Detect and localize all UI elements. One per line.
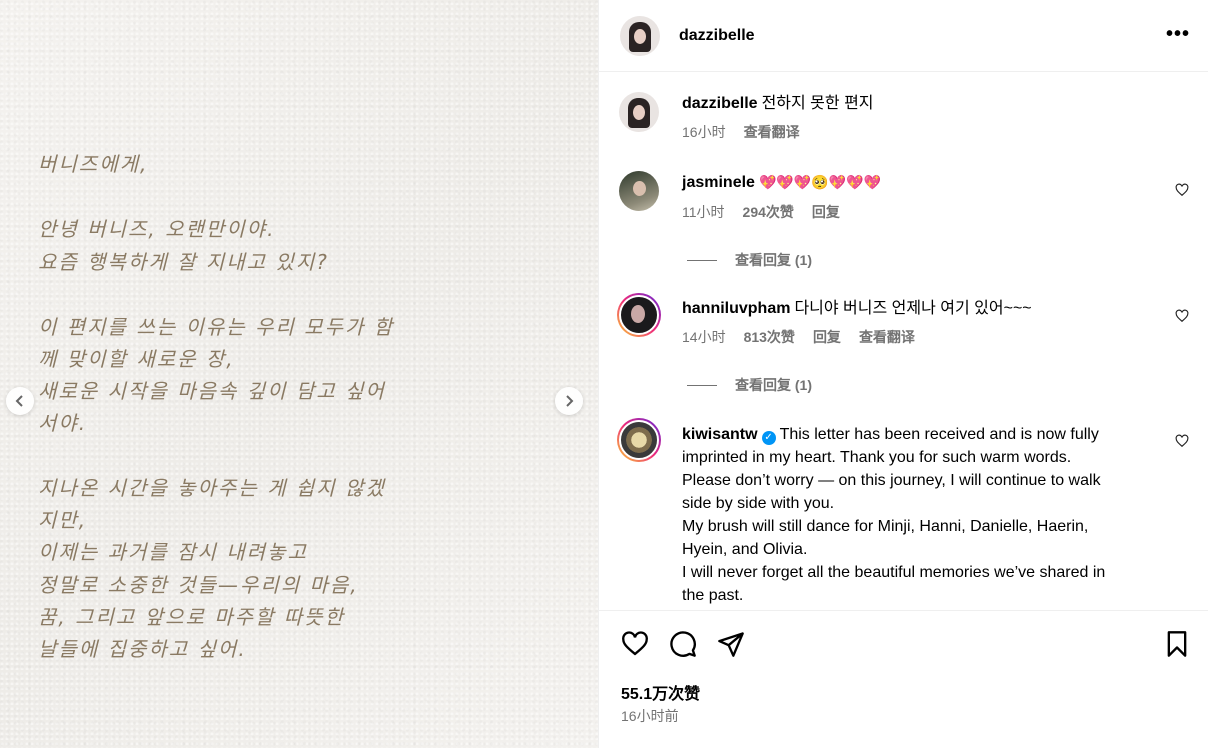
caption: dazzibelle 전하지 못한 편지 16小时 查看翻译 <box>619 92 1189 152</box>
view-replies-label: 查看回复 (1) <box>735 252 812 268</box>
letter-line: 요즘 행복하게 잘 지내고 있지? <box>38 250 329 274</box>
translate-button[interactable]: 查看翻译 <box>744 121 800 144</box>
divider <box>687 259 717 261</box>
caption-time[interactable]: 16小时 <box>682 121 726 144</box>
comment-likes[interactable]: 294次赞 <box>743 201 794 224</box>
likes-count[interactable]: 55.1万次赞 <box>621 680 700 704</box>
comment-text: 💖💖💖🥺💖💖💖 <box>758 175 881 191</box>
divider <box>687 384 717 386</box>
comment: hanniluvpham 다니야 버니즈 언제나 여기 있어~~~ 14小时 81… <box>617 293 1189 385</box>
post-header: dazzibelle ••• <box>599 0 1208 72</box>
letter-line: 정말로 소중한 것들—우리의 마음, <box>38 573 359 597</box>
comment-time[interactable]: 14小时 <box>682 326 726 349</box>
letter-line: 꿈, 그리고 앞으로 마주할 따뜻한 <box>38 605 345 629</box>
bookmark-icon[interactable] <box>1163 630 1191 658</box>
comment: kiwisantw ✓ This letter has been received … <box>617 418 1189 610</box>
verified-badge-icon: ✓ <box>761 430 776 445</box>
post-panel: dazzibelle ••• dazzibelle 전하지 못한 편지 16小时 … <box>598 0 1208 748</box>
post-timestamp[interactable]: 16小时前 <box>621 706 679 726</box>
avatar[interactable] <box>620 15 660 56</box>
share-icon[interactable] <box>717 630 745 658</box>
view-replies-button[interactable]: 查看回复 (1) <box>687 375 812 395</box>
header-username[interactable]: dazzibelle <box>679 27 755 45</box>
comment-text-line: side by side with you. <box>682 495 835 512</box>
comment-time[interactable]: 11小时 <box>682 201 725 224</box>
action-bar: 55.1万次赞 16小时前 <box>599 610 1208 748</box>
reply-button[interactable]: 回复 <box>812 201 840 224</box>
avatar[interactable] <box>617 293 661 337</box>
more-horizontal-icon: ••• <box>1165 23 1190 45</box>
like-comment-icon[interactable] <box>1175 309 1189 323</box>
comment-likes[interactable]: 813次赞 <box>744 326 795 349</box>
comment-text-line: imprinted in my heart. Thank you for suc… <box>682 449 1072 466</box>
comment-text: 다니야 버니즈 언제나 여기 있어~~~ <box>794 300 1032 317</box>
letter-line: 이 편지를 쓰는 이유는 우리 모두가 함 <box>38 315 395 339</box>
caption-username[interactable]: dazzibelle <box>682 95 758 112</box>
view-replies-label: 查看回复 (1) <box>735 377 812 393</box>
comment-username[interactable]: jasminele <box>682 174 755 191</box>
comment-icon[interactable] <box>669 630 697 658</box>
letter-line: 날들에 집중하고 싶어. <box>38 637 247 661</box>
comment-text-line: I will never forget all the beautiful me… <box>682 564 1106 581</box>
next-image-button[interactable] <box>555 387 583 415</box>
avatar[interactable] <box>619 171 659 211</box>
reply-button[interactable]: 回复 <box>813 326 841 349</box>
avatar[interactable] <box>619 92 659 132</box>
letter-line: 새로운 시작을 마음속 깊이 담고 싶어 <box>38 379 386 403</box>
comment-username[interactable]: hanniluvpham <box>682 300 790 317</box>
letter-line: 께 맞이할 새로운 장, <box>38 347 235 371</box>
previous-image-button[interactable] <box>6 387 34 415</box>
chevron-left-icon <box>15 395 23 407</box>
comment-text-line: Hyein, and Olivia. <box>682 541 808 558</box>
comment-text-line: the past. <box>682 587 744 604</box>
letter-line: 버니즈에게, <box>38 152 149 176</box>
comment: jasminele 💖💖💖🥺💖💖💖 11小时 294次赞 回复 <box>619 171 1189 261</box>
letter-line: 서야. <box>38 411 88 435</box>
comments-list[interactable]: dazzibelle 전하지 못한 편지 16小时 查看翻译 jasminele 💖… <box>599 73 1208 610</box>
comment-username[interactable]: kiwisantw <box>682 426 758 443</box>
letter-line: 지만, <box>38 508 88 532</box>
post-image: 버니즈에게, 안녕 버니즈, 오랜만이야. 요즘 행복하게 잘 지내고 있지? … <box>0 0 598 748</box>
like-comment-icon[interactable] <box>1175 183 1189 197</box>
comment-text-line: My brush will still dance for Minji, Han… <box>682 518 1089 535</box>
view-replies-button[interactable]: 查看回复 (1) <box>687 250 812 270</box>
avatar[interactable] <box>617 418 661 462</box>
like-icon[interactable] <box>621 630 649 658</box>
letter-line: 안녕 버니즈, 오랜만이야. <box>38 217 276 241</box>
caption-text: 전하지 못한 편지 <box>761 95 874 112</box>
comment-text-line: This letter has been received and is now… <box>779 426 1099 443</box>
translate-button[interactable]: 查看翻译 <box>859 326 915 349</box>
more-button[interactable]: ••• <box>1166 24 1190 44</box>
like-comment-icon[interactable] <box>1175 434 1189 448</box>
letter-line: 이제는 과거를 잠시 내려놓고 <box>38 540 308 564</box>
comment-text-line: Please don’t worry — on this journey, I … <box>682 472 1101 489</box>
letter-line: 지나온 시간을 놓아주는 게 쉽지 않겠 <box>38 476 386 500</box>
chevron-right-icon <box>566 395 574 407</box>
